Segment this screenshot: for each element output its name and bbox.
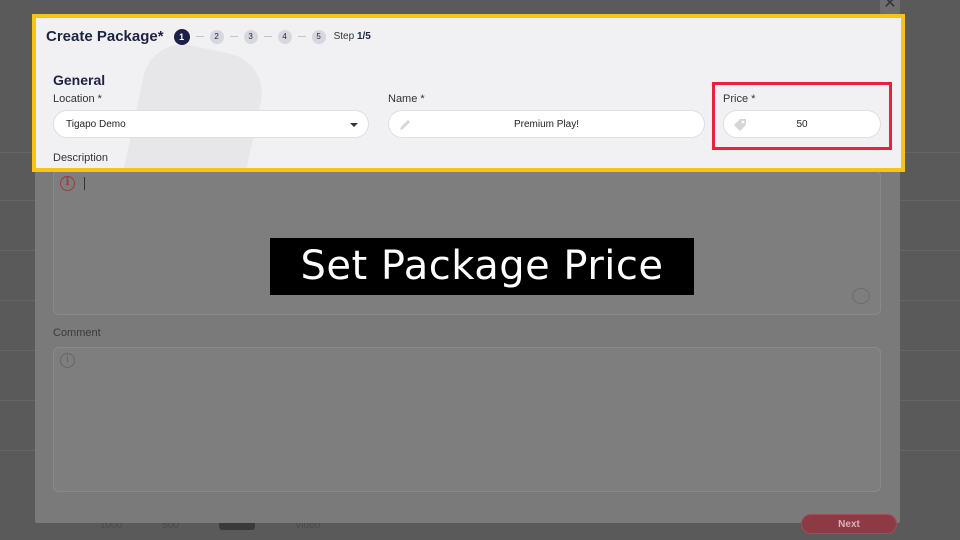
step-count: 1/5 [356,31,371,42]
step-connector [263,36,272,37]
name-input[interactable]: Premium Play! [388,110,705,138]
step-3-indicator[interactable]: 3 [243,29,258,44]
section-title: General [53,72,106,88]
step-1-indicator[interactable]: 1 [173,28,190,45]
step-connector [229,36,238,37]
text-cursor [84,177,85,190]
step-4-indicator[interactable]: 4 [277,29,292,44]
decorative-shape [122,37,270,168]
info-icon: i [60,176,75,191]
description-label: Description [53,152,109,164]
chat-bubble-icon [852,288,870,304]
info-icon: i [60,353,75,368]
close-icon[interactable]: ✕ [880,0,900,14]
location-value: Tigapo Demo [66,119,126,130]
step-2-indicator[interactable]: 2 [209,29,224,44]
comment-textarea[interactable]: i [53,347,881,492]
modal-header: Create Package* 1 2 3 4 5 Step 1/5 [46,28,371,45]
step-5-indicator[interactable]: 5 [311,29,326,44]
step-connector [297,36,306,37]
location-select[interactable]: Tigapo Demo [53,110,369,138]
modal-title: Create Package* [46,28,164,45]
step-progress: Step 1/5 [334,31,371,42]
caption-overlay: Set Package Price [270,238,694,295]
location-label: Location * [53,93,102,105]
comment-label: Comment [53,327,101,339]
next-button[interactable]: Next [801,514,897,534]
name-label: Name * [388,93,425,105]
name-value: Premium Play! [513,119,579,130]
step-prefix: Step [333,31,355,42]
price-highlight-frame [712,82,892,150]
step-connector [195,36,204,37]
chevron-down-icon [350,123,358,127]
